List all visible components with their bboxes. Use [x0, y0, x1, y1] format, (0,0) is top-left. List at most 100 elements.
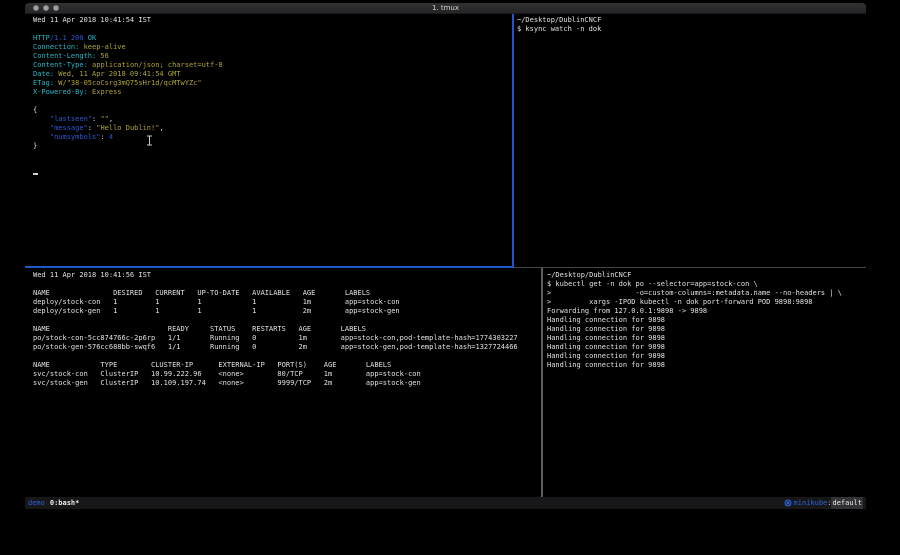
terminal-text-segment: NAME DESIRED CURRENT UP-TO-DATE AVAILABL…	[33, 289, 370, 297]
terminal-line	[33, 169, 512, 178]
pane-ksync[interactable]: ~/Desktop/DublinCNCF$ ksync watch -n dok	[515, 14, 866, 266]
terminal-text-segment: Forwarding from 127.0.0.1:9898 -> 9898	[547, 307, 707, 315]
terminal-line: svc/stock-con ClusterIP 10.99.222.96 <no…	[33, 370, 540, 379]
terminal-line: Handling connection for 9898	[547, 352, 866, 361]
terminal-text-segment: svc/stock-con ClusterIP 10.99.222.96 <no…	[33, 370, 421, 378]
terminal-line: X-Powered-By: Express	[33, 88, 512, 97]
terminal-line: "lastseen": "",	[33, 115, 512, 124]
terminal-line: Wed 11 Apr 2018 10:41:56 IST	[33, 271, 540, 280]
terminal-text-segment: ETag:	[33, 79, 54, 87]
terminal-text-segment: ,	[159, 124, 163, 132]
terminal-text-segment: po/stock-con-5cc874766c-2p6rp 1/1 Runnin…	[33, 334, 518, 342]
terminal-text-segment: deploy/stock-con 1 1 1 1 1m app=stock-co…	[33, 298, 400, 306]
kubernetes-helm-icon	[784, 499, 792, 507]
terminal-text-segment: OK	[88, 34, 96, 42]
terminal-text-segment: HTTP	[33, 34, 50, 42]
pane-divider-horizontal-active[interactable]	[25, 266, 514, 268]
terminal-text-segment: /1.1 200	[50, 34, 88, 42]
terminal-text-segment: Handling connection for 9898	[547, 325, 665, 333]
terminal-line: HTTP/1.1 200 OK	[33, 34, 512, 43]
terminal-line: "numsymbols": 4	[33, 133, 512, 142]
terminal-line	[33, 352, 540, 361]
terminal-line	[33, 97, 512, 106]
terminal-text-segment: "numsymbols"	[50, 133, 101, 141]
terminal-line	[33, 160, 512, 169]
terminal-line: {	[33, 106, 512, 115]
pane-kubectl-get[interactable]: Wed 11 Apr 2018 10:41:56 IST NAME DESIRED…	[25, 268, 540, 497]
terminal-text-segment: $ kubectl get -n dok po --selector=app=s…	[547, 280, 758, 288]
terminal-text-segment: W/"38-05coCsrg3mQ75sHr1d/qcMTwYZc"	[54, 79, 202, 87]
kube-context: minikube	[794, 497, 828, 509]
terminal-line	[33, 25, 512, 34]
terminal-text-segment: :	[100, 133, 108, 141]
terminal-text-segment: Handling connection for 9898	[547, 352, 665, 360]
terminal-text-segment: "Hello Dublin!"	[96, 124, 159, 132]
terminal-text-segment: "lastseen"	[50, 115, 92, 123]
terminal-line: Handling connection for 9898	[547, 334, 866, 343]
terminal-line: Handling connection for 9898	[547, 316, 866, 325]
terminal-text-segment: }	[33, 142, 37, 150]
terminal-text-segment: 56	[96, 52, 109, 60]
pane-divider-vertical-active[interactable]	[512, 14, 514, 267]
terminal-line: Connection: keep-alive	[33, 43, 512, 52]
terminal-text-segment	[33, 124, 50, 132]
session-name: demo	[28, 497, 45, 509]
terminal-line: $ ksync watch -n dok	[517, 25, 866, 34]
terminal-text-segment: NAME TYPE CLUSTER-IP EXTERNAL-IP PORT(S)…	[33, 361, 391, 369]
pane-divider-horizontal[interactable]	[514, 267, 866, 268]
terminal-text-segment	[33, 115, 50, 123]
terminal-line: > xargs -IPOD kubectl -n dok port-forwar…	[547, 298, 866, 307]
terminal-line: NAME TYPE CLUSTER-IP EXTERNAL-IP PORT(S)…	[33, 361, 540, 370]
terminal-text-segment: Date:	[33, 70, 54, 78]
terminal-line: Content-Type: application/json; charset=…	[33, 61, 512, 70]
terminal-line: $ kubectl get -n dok po --selector=app=s…	[547, 280, 866, 289]
terminal-line: > -o=custom-columns=:metadata.name --no-…	[547, 289, 866, 298]
tmux-terminal: Wed 11 Apr 2018 10:41:54 IST HTTP/1.1 200…	[25, 14, 866, 497]
terminal-text-segment	[33, 133, 50, 141]
terminal-line: Forwarding from 127.0.0.1:9898 -> 9898	[547, 307, 866, 316]
terminal-text-segment: NAME READY STATUS RESTARTS AGE LABELS	[33, 325, 366, 333]
terminal-text-segment: Handling connection for 9898	[547, 343, 665, 351]
terminal-line: Content-Length: 56	[33, 52, 512, 61]
terminal-text-segment: 4	[109, 133, 113, 141]
terminal-line: ~/Desktop/DublinCNCF	[517, 16, 866, 25]
window-title: 1. tmux	[25, 3, 866, 14]
pane-divider-vertical[interactable]	[541, 268, 543, 497]
terminal-text-segment: deploy/stock-gen 1 1 1 1 2m app=stock-ge…	[33, 307, 400, 315]
terminal-line	[33, 151, 512, 160]
terminal-text-segment: Wed 11 Apr 2018 10:41:56 IST	[33, 271, 151, 279]
terminal-text-segment: "message"	[50, 124, 88, 132]
terminal-text-segment: Wed 11 Apr 2018 10:41:54 IST	[33, 16, 151, 24]
pane-port-forward[interactable]: ~/Desktop/DublinCNCF$ kubectl get -n dok…	[543, 268, 866, 497]
terminal-line: Handling connection for 9898	[547, 325, 866, 334]
terminal-text-segment: X-Powered-By:	[33, 88, 88, 96]
terminal-text-segment: Content-Length:	[33, 52, 96, 60]
terminal-text-segment: $ ksync watch -n dok	[517, 25, 601, 33]
terminal-line: "message": "Hello Dublin!",	[33, 124, 512, 133]
terminal-line: po/stock-con-5cc874766c-2p6rp 1/1 Runnin…	[33, 334, 540, 343]
terminal-line: Handling connection for 9898	[547, 343, 866, 352]
terminal-line: NAME DESIRED CURRENT UP-TO-DATE AVAILABL…	[33, 289, 540, 298]
terminal-line	[33, 280, 540, 289]
terminal-text-segment: > xargs -IPOD kubectl -n dok port-forwar…	[547, 298, 813, 306]
window-titlebar[interactable]: 1. tmux	[25, 3, 866, 14]
terminal-text-segment: ""	[100, 115, 108, 123]
terminal-line: ETag: W/"38-05coCsrg3mQ75sHr1d/qcMTwYZc"	[33, 79, 512, 88]
terminal-line: svc/stock-gen ClusterIP 10.109.197.74 <n…	[33, 379, 540, 388]
terminal-line: po/stock-gen-576cc688bb-swqf6 1/1 Runnin…	[33, 343, 540, 352]
terminal-text-segment: Content-Type:	[33, 61, 88, 69]
pane-http-response[interactable]: Wed 11 Apr 2018 10:41:54 IST HTTP/1.1 200…	[25, 14, 512, 266]
terminal-text-segment: Wed, 11 Apr 2018 09:41:54 GMT	[54, 70, 180, 78]
terminal-text-segment: po/stock-gen-576cc688bb-swqf6 1/1 Runnin…	[33, 343, 518, 351]
terminal-text-segment: > -o=custom-columns=:metadata.name --no-…	[547, 289, 842, 297]
desktop: 1. tmux Wed 11 Apr 2018 10:41:54 IST HTTP…	[0, 0, 900, 555]
terminal-text-segment: Handling connection for 9898	[547, 334, 665, 342]
terminal-line: deploy/stock-con 1 1 1 1 1m app=stock-co…	[33, 298, 540, 307]
text-cursor	[33, 173, 38, 176]
kube-namespace: default	[831, 497, 863, 509]
terminal-text-segment: Handling connection for 9898	[547, 316, 665, 324]
terminal-text-segment: Connection:	[33, 43, 79, 51]
terminal-text-segment: Handling connection for 9898	[547, 361, 665, 369]
window-label[interactable]: 0:bash*	[50, 497, 80, 509]
terminal-text-segment: application/json; charset=utf-8	[88, 61, 223, 69]
